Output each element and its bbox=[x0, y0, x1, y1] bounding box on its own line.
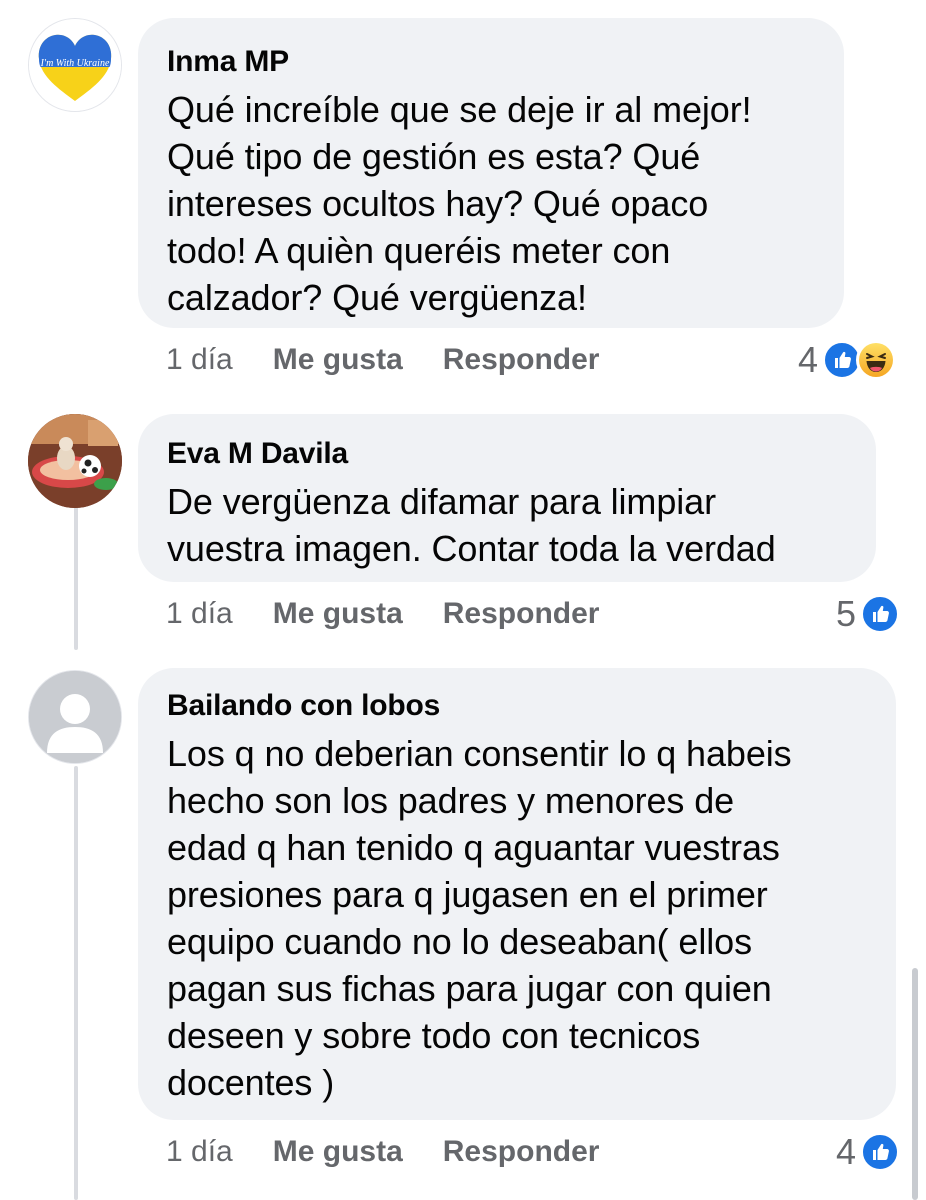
like-button[interactable]: Me gusta bbox=[273, 343, 403, 377]
thread-line bbox=[74, 494, 78, 650]
comment-text: De vergüenza difamar para limpiar vuestr… bbox=[167, 481, 776, 569]
comment-text: Qué increíble que se deje ir al mejor! Q… bbox=[167, 89, 752, 318]
thread-line bbox=[74, 766, 78, 1200]
reaction-summary[interactable]: 4 bbox=[798, 339, 897, 380]
reply-button[interactable]: Responder bbox=[443, 343, 600, 377]
reply-button[interactable]: Responder bbox=[443, 597, 600, 631]
reply-button[interactable]: Responder bbox=[443, 1135, 600, 1169]
comment-actions: 1 día Me gusta Responder bbox=[166, 340, 639, 380]
avatar[interactable] bbox=[28, 414, 122, 508]
comment-author[interactable]: Bailando con lobos bbox=[167, 688, 868, 724]
reaction-summary[interactable]: 5 bbox=[836, 593, 901, 634]
comment-bubble: Inma MP Qué increíble que se deje ir al … bbox=[138, 18, 844, 328]
avatar[interactable]: I'm With Ukraine bbox=[28, 18, 122, 112]
like-icon bbox=[860, 1132, 901, 1172]
scrollbar[interactable] bbox=[912, 968, 918, 1200]
reaction-count: 5 bbox=[836, 593, 857, 634]
comment-timestamp[interactable]: 1 día bbox=[166, 1135, 233, 1169]
avatar-badge-text: I'm With Ukraine bbox=[40, 58, 110, 69]
haha-icon bbox=[856, 340, 897, 380]
comment-actions: 1 día Me gusta Responder bbox=[166, 594, 639, 634]
comment-author[interactable]: Inma MP bbox=[167, 44, 816, 80]
like-button[interactable]: Me gusta bbox=[273, 597, 403, 631]
avatar[interactable] bbox=[28, 670, 122, 764]
default-user-icon bbox=[29, 671, 121, 763]
ukraine-heart-icon: I'm With Ukraine bbox=[29, 19, 121, 111]
like-button[interactable]: Me gusta bbox=[273, 1135, 403, 1169]
comment-bubble: Bailando con lobos Los q no deberian con… bbox=[138, 668, 896, 1120]
comment-timestamp[interactable]: 1 día bbox=[166, 343, 233, 377]
reaction-summary[interactable]: 4 bbox=[836, 1131, 901, 1172]
comment-author[interactable]: Eva M Davila bbox=[167, 436, 848, 472]
comment-timestamp[interactable]: 1 día bbox=[166, 597, 233, 631]
reaction-count: 4 bbox=[798, 339, 819, 380]
comment-actions: 1 día Me gusta Responder bbox=[166, 1132, 639, 1172]
comment-text: Los q no deberian consentir lo q habeis … bbox=[167, 733, 792, 1103]
dog-photo-icon bbox=[28, 414, 122, 508]
like-icon bbox=[860, 594, 901, 634]
comment-bubble: Eva M Davila De vergüenza difamar para l… bbox=[138, 414, 876, 582]
reaction-count: 4 bbox=[836, 1131, 857, 1172]
